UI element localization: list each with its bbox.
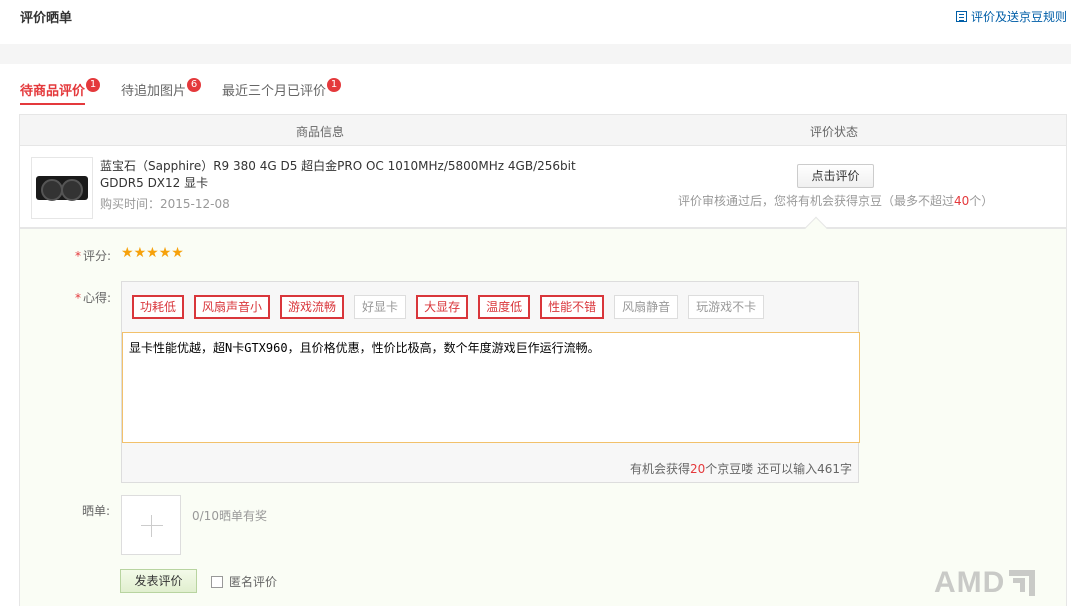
product-name[interactable]: 蓝宝石（Sapphire）R9 380 4G D5 超白金PRO OC 1010… [100, 158, 610, 192]
count-suffix: 字 [839, 462, 852, 476]
experience-box: 功耗低 风扇声音小 游戏流畅 好显卡 大显存 温度低 性能不错 风扇静音 玩游戏… [121, 281, 860, 483]
amd-watermark-text: AMD [934, 566, 1006, 599]
bean-note-prefix: 评价审核通过后，您将有机会获得京豆（最多不超过 [678, 194, 955, 208]
bean-reward-note: 评价审核通过后，您将有机会获得京豆（最多不超过40个） [678, 192, 993, 209]
experience-label: * 心得: [75, 291, 112, 305]
count-badge: 6 [187, 78, 202, 92]
tag-quiet-fan[interactable]: 风扇声音小 [194, 295, 271, 319]
bean-note-number: 40 [954, 194, 970, 208]
tag-silent-fan[interactable]: 风扇静音 [614, 295, 679, 319]
amd-watermark: AMD [934, 566, 1036, 600]
rules-link-label[interactable]: 评价及送京豆规则 [971, 8, 1067, 25]
count-badge: 1 [86, 78, 101, 92]
section-divider [0, 44, 1071, 64]
photo-upload-button[interactable] [121, 495, 181, 555]
bean-note-suffix: 个） [969, 194, 994, 208]
tab-pending-photos[interactable]: 待追加图片 6 [121, 78, 202, 105]
purchase-time: 购买时间：2015-12-08 [100, 197, 230, 211]
column-product-info: 商品信息 [296, 125, 345, 139]
count-remaining: 461 [817, 462, 840, 476]
tag-large-vram[interactable]: 大显存 [416, 295, 469, 319]
amd-arrow-icon [1009, 570, 1036, 596]
tag-smooth-gaming[interactable]: 游戏流畅 [280, 295, 345, 319]
count-prefix: 有机会获得 [629, 462, 690, 476]
count-beans: 20 [689, 462, 706, 476]
anonymous-checkbox[interactable] [211, 575, 223, 588]
experience-label-text: 心得: [83, 291, 112, 305]
photo-label: 晒单: [82, 504, 111, 518]
star-icon[interactable]: ★ [134, 246, 147, 260]
char-count: 有机会获得20个京豆喽 还可以输入461字 [630, 460, 852, 477]
anonymous-label[interactable]: 匿名评价 [229, 573, 277, 590]
tab-label[interactable]: 待商品评价 [20, 84, 85, 99]
star-rating[interactable]: ★ ★ ★ ★ ★ [121, 246, 184, 260]
product-image[interactable] [31, 157, 93, 219]
tag-no-lag[interactable]: 玩游戏不卡 [688, 295, 765, 319]
tag-low-temp[interactable]: 温度低 [478, 295, 531, 319]
page-header: 评价晒单 评价及送京豆规则 [0, 0, 1071, 44]
page-title: 评价晒单 [20, 11, 73, 26]
order-table: 商品信息 评价状态 蓝宝石（Sapphire）R9 380 4G D5 超白金P… [19, 114, 1067, 228]
tab-label[interactable]: 待追加图片 [121, 84, 186, 99]
graphics-card-icon [36, 176, 88, 201]
column-review-status: 评价状态 [810, 125, 859, 139]
tag-list: 功耗低 风扇声音小 游戏流畅 好显卡 大显存 温度低 性能不错 风扇静音 玩游戏… [132, 295, 765, 319]
document-list-icon [955, 11, 967, 22]
review-textarea[interactable]: 显卡性能优越，超N卡GTX960，且价格优惠，性价比极高，数个年度游戏巨作运行流… [122, 332, 860, 443]
tab-recent-reviewed[interactable]: 最近三个月已评价 1 [222, 78, 342, 105]
review-tabs: 待商品评价 1 待追加图片 6 最近三个月已评价 1 [20, 78, 362, 105]
star-icon[interactable]: ★ [146, 246, 159, 260]
rating-label-text: 评分: [83, 249, 112, 263]
tag-low-power[interactable]: 功耗低 [132, 295, 185, 319]
submit-review-button[interactable]: 发表评价 [120, 569, 197, 593]
photo-count-note: 0/10晒单有奖 [192, 509, 267, 523]
rules-link[interactable]: 评价及送京豆规则 [955, 8, 1067, 25]
tag-good-card[interactable]: 好显卡 [354, 295, 407, 319]
rating-label: * 评分: [75, 249, 112, 263]
star-icon[interactable]: ★ [121, 246, 134, 260]
table-header: 商品信息 评价状态 [20, 115, 1066, 146]
anonymous-option[interactable]: 匿名评价 [211, 573, 277, 590]
star-icon[interactable]: ★ [159, 246, 172, 260]
tab-pending-review[interactable]: 待商品评价 1 [20, 78, 101, 105]
tab-label[interactable]: 最近三个月已评价 [222, 84, 326, 99]
tag-good-performance[interactable]: 性能不错 [540, 295, 605, 319]
click-review-button[interactable]: 点击评价 [797, 164, 874, 188]
star-icon[interactable]: ★ [171, 246, 184, 260]
count-middle: 个京豆喽 还可以输入 [705, 462, 818, 476]
count-badge: 1 [327, 78, 342, 92]
